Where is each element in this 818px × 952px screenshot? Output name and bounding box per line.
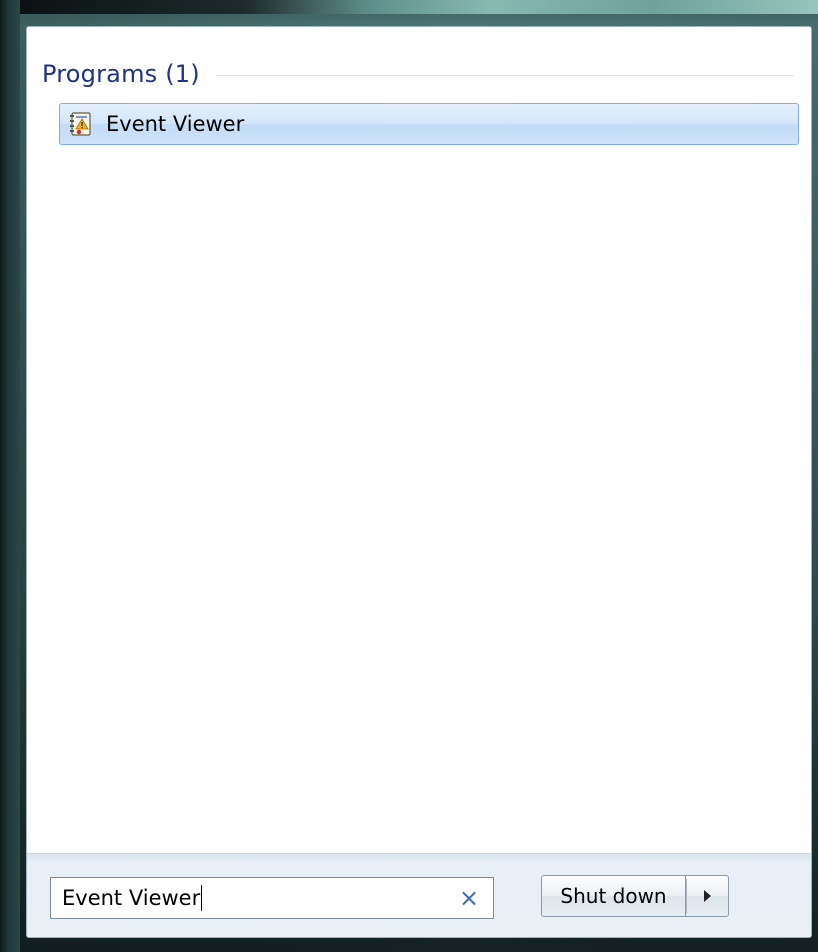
text-caret	[201, 885, 203, 911]
shutdown-button[interactable]: Shut down	[541, 875, 685, 917]
right-triangle-icon	[703, 890, 711, 902]
group-title[interactable]: Programs (1)	[42, 60, 200, 88]
group-divider	[215, 75, 794, 76]
shutdown-control: Shut down	[541, 875, 729, 917]
event-viewer-icon	[68, 111, 94, 137]
search-box[interactable]: Event Viewer ×	[50, 877, 494, 919]
search-input[interactable]: Event Viewer	[51, 885, 453, 911]
search-results: Programs (1) Event Viewer	[27, 27, 811, 853]
start-menu: Programs (1) Event Viewer Event Viewer ×…	[0, 0, 818, 952]
shutdown-options-button[interactable]	[685, 875, 729, 917]
result-item-label: Event Viewer	[106, 112, 245, 136]
results-group-header: Programs (1)	[42, 57, 794, 91]
glass-frame-left	[0, 0, 20, 952]
clear-search-icon[interactable]: ×	[453, 882, 485, 914]
result-item-event-viewer[interactable]: Event Viewer	[59, 103, 799, 145]
glass-frame-top	[0, 0, 818, 14]
start-menu-footer: Event Viewer × Shut down	[27, 853, 811, 937]
search-input-value: Event Viewer	[62, 886, 201, 910]
start-menu-pane: Programs (1) Event Viewer Event Viewer ×…	[26, 26, 812, 938]
